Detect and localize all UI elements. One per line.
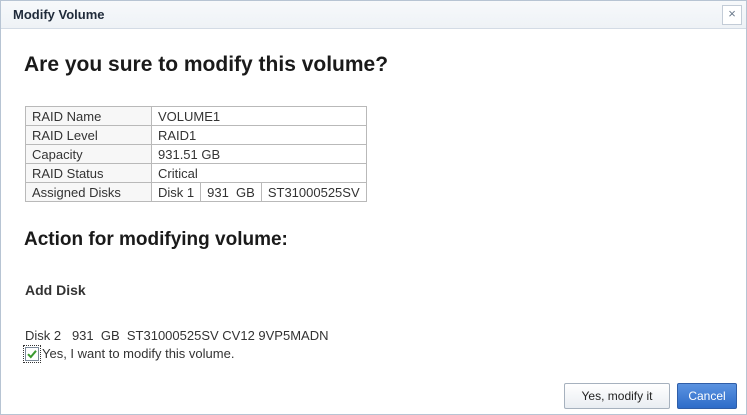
confirm-question-heading: Are you sure to modify this volume? xyxy=(24,53,389,76)
assigned-disks-label: Assigned Disks xyxy=(25,182,152,202)
assigned-disk-model: ST31000525SV xyxy=(260,182,367,202)
add-disk-heading: Add Disk xyxy=(25,282,86,298)
assigned-disk-name: Disk 1 xyxy=(150,182,202,202)
raid-name-label: RAID Name xyxy=(25,106,152,126)
close-icon[interactable]: × xyxy=(722,5,742,25)
raid-level-value: RAID1 xyxy=(151,125,367,145)
modify-volume-dialog: Modify Volume × Are you sure to modify t… xyxy=(0,0,747,415)
raid-status-value: Critical xyxy=(151,163,367,183)
new-disk-info: Disk 2 931 GB ST31000525SV CV12 9VP5MADN xyxy=(25,328,329,343)
dialog-titlebar: Modify Volume × xyxy=(1,1,746,29)
capacity-label: Capacity xyxy=(25,144,152,164)
raid-level-label: RAID Level xyxy=(25,125,152,145)
dialog-title: Modify Volume xyxy=(13,7,105,22)
confirm-checkbox[interactable] xyxy=(23,344,41,363)
table-row: Assigned Disks Disk 1 931 GB ST31000525S… xyxy=(25,182,367,202)
table-row: RAID Name VOLUME1 xyxy=(25,106,367,126)
action-heading: Action for modifying volume: xyxy=(24,229,288,250)
confirm-checkbox-label[interactable]: Yes, I want to modify this volume. xyxy=(42,346,234,361)
table-row: RAID Level RAID1 xyxy=(25,125,367,145)
raid-name-value: VOLUME1 xyxy=(151,106,367,126)
checkmark-icon xyxy=(27,349,37,358)
confirm-checkbox-row[interactable]: Yes, I want to modify this volume. xyxy=(23,344,234,363)
assigned-disk-size: 931 GB xyxy=(200,182,262,202)
table-row: Capacity 931.51 GB xyxy=(25,144,367,164)
yes-modify-button[interactable]: Yes, modify it xyxy=(564,383,670,409)
raid-info-table: RAID Name VOLUME1 RAID Level RAID1 Capac… xyxy=(25,106,367,202)
cancel-button[interactable]: Cancel xyxy=(677,383,737,409)
raid-status-label: RAID Status xyxy=(25,163,152,183)
table-row: RAID Status Critical xyxy=(25,163,367,183)
capacity-value: 931.51 GB xyxy=(151,144,367,164)
